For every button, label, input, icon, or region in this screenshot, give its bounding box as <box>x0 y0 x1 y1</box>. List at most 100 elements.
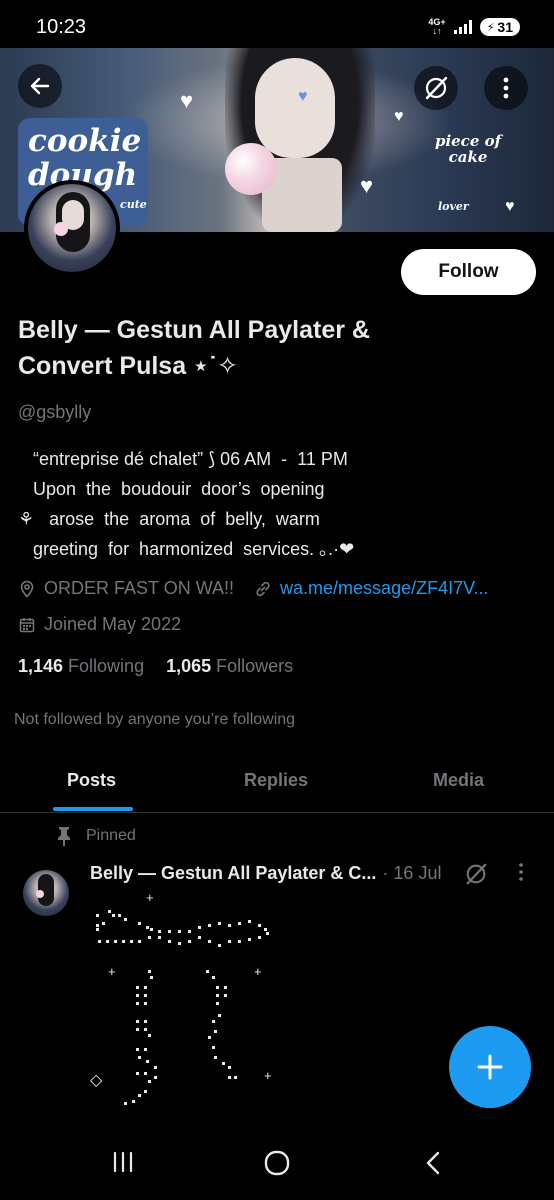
post-braille-art: + + + ◇ + <box>88 890 288 1116</box>
tab-posts[interactable]: Posts <box>67 770 116 791</box>
braille-dot <box>146 1060 149 1063</box>
braille-dot <box>144 1002 147 1005</box>
braille-dot <box>264 928 267 931</box>
braille-dot <box>136 1002 139 1005</box>
braille-dot <box>168 940 171 943</box>
braille-dot <box>144 986 147 989</box>
system-back-button[interactable] <box>422 1150 444 1181</box>
braille-dot <box>228 940 231 943</box>
braille-dot <box>144 1072 147 1075</box>
grok-icon <box>425 76 448 100</box>
arrow-left-icon <box>30 77 50 95</box>
post-header: Belly — Gestun All Paylater & C... · 16 … <box>90 863 500 884</box>
sticker-piece-of-cake: piece of cake <box>434 132 502 166</box>
back-button[interactable] <box>18 64 62 108</box>
braille-dot <box>158 936 161 939</box>
braille-dot <box>138 940 141 943</box>
braille-dot <box>136 1048 139 1051</box>
braille-dot <box>218 944 221 947</box>
home-icon <box>264 1150 290 1176</box>
home-button[interactable] <box>264 1150 290 1181</box>
braille-dot <box>144 994 147 997</box>
bubblegum-image <box>225 143 277 195</box>
pinned-label: Pinned <box>86 827 136 844</box>
braille-dot <box>208 924 211 927</box>
sticker-cute: cute <box>120 198 147 211</box>
heart-sticker-icon: ♥ <box>298 88 308 105</box>
braille-dot <box>148 1034 151 1037</box>
data-arrows-icon: ↓↑ <box>432 26 442 36</box>
profile-website-link[interactable]: wa.me/message/ZF4I7V... <box>280 578 488 599</box>
braille-dot <box>198 936 201 939</box>
status-bar: 10:23 4G+ ↓↑ ⚡ 31 <box>0 0 554 48</box>
mutual-followers-note: Not followed by anyone you’re following <box>14 711 296 728</box>
braille-dot <box>188 930 191 933</box>
braille-dot <box>144 1020 147 1023</box>
braille-dot <box>96 924 99 927</box>
braille-dot <box>138 922 141 925</box>
braille-dot <box>136 986 139 989</box>
bio-line: ⚘ arose the aroma of belly, warm <box>18 509 320 529</box>
braille-dot <box>150 976 153 979</box>
post-more-button[interactable] <box>518 862 524 887</box>
braille-dot <box>224 994 227 997</box>
pin-icon <box>58 827 70 846</box>
sparkle-icon: + <box>254 964 262 979</box>
braille-dot <box>218 922 221 925</box>
braille-dot <box>212 1020 215 1023</box>
tab-media[interactable]: Media <box>433 770 484 791</box>
system-navigation-bar <box>0 1128 554 1200</box>
braille-dot <box>144 1090 147 1093</box>
location-pin-icon <box>18 580 36 598</box>
compose-post-button[interactable] <box>449 1026 531 1108</box>
post-grok-button[interactable] <box>464 862 488 891</box>
braille-dot <box>208 1036 211 1039</box>
braille-dot <box>136 1072 139 1075</box>
sparkle-icon: ◇ <box>90 1072 103 1089</box>
braille-dot <box>148 936 151 939</box>
following-label: Following <box>68 656 145 676</box>
braille-dot <box>130 940 133 943</box>
post-date[interactable]: · 16 Jul <box>382 863 441 884</box>
braille-dot <box>168 930 171 933</box>
braille-dot <box>188 940 191 943</box>
post-author-avatar[interactable] <box>23 870 69 916</box>
braille-dot <box>178 930 181 933</box>
battery-indicator: ⚡ 31 <box>479 18 520 36</box>
braille-dot <box>228 1066 231 1069</box>
braille-dot <box>106 940 109 943</box>
braille-dot <box>136 1028 139 1031</box>
follow-button[interactable]: Follow <box>401 249 536 295</box>
bio-line: Upon the boudouir door’s opening <box>18 479 325 499</box>
braille-dot <box>132 1100 135 1103</box>
profile-avatar[interactable] <box>24 180 120 276</box>
braille-dot <box>96 928 99 931</box>
braille-dot <box>136 1020 139 1023</box>
heart-sticker-icon: ♥ <box>360 173 374 198</box>
braille-dot <box>212 1046 215 1049</box>
following-link[interactable]: 1,146 Following <box>18 656 144 677</box>
braille-dot <box>158 930 161 933</box>
followers-link[interactable]: 1,065 Followers <box>166 656 293 677</box>
braille-dot <box>178 942 181 945</box>
active-tab-indicator <box>53 807 133 811</box>
braille-dot <box>144 1028 147 1031</box>
profile-display-name: Belly — Gestun All Paylater & Convert Pu… <box>18 316 370 380</box>
tab-replies[interactable]: Replies <box>244 770 308 791</box>
braille-dot <box>206 970 209 973</box>
braille-dot <box>216 1002 219 1005</box>
post-author-name[interactable]: Belly — Gestun All Paylater & C... <box>90 863 376 884</box>
braille-dot <box>222 1062 225 1065</box>
braille-dot <box>248 938 251 941</box>
bio-line: greeting for harmonized services. ｡.·❤ <box>18 539 355 559</box>
braille-dot <box>234 1076 237 1079</box>
recent-apps-button[interactable] <box>111 1150 135 1179</box>
profile-meta-joined: Joined May 2022 <box>18 614 181 635</box>
braille-dot <box>258 936 261 939</box>
grok-button[interactable] <box>414 66 458 110</box>
braille-dot <box>114 940 117 943</box>
more-options-button[interactable] <box>484 66 528 110</box>
recent-apps-icon <box>113 1151 133 1173</box>
braille-dot <box>148 970 151 973</box>
braille-dot <box>118 914 121 917</box>
